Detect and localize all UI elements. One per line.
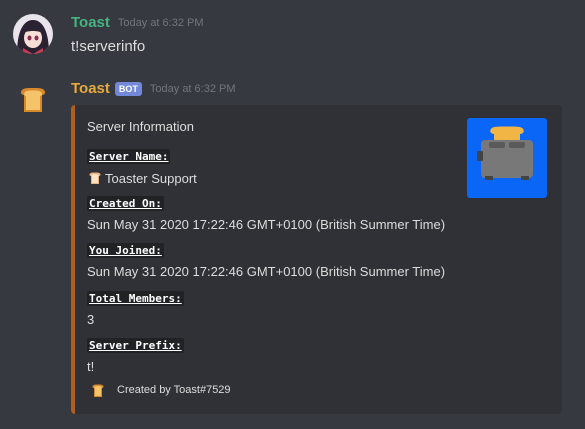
field-name: Server Prefix: — [87, 338, 184, 353]
field-value: t! — [87, 359, 95, 374]
embed-footer: Created by Toast#7529 — [89, 381, 231, 399]
field-value: Sun May 31 2020 17:22:46 GMT+0100 (Briti… — [87, 264, 446, 279]
field-name: Server Name: — [87, 149, 171, 164]
bot-avatar[interactable] — [13, 79, 53, 119]
bread-icon — [89, 172, 101, 184]
username[interactable]: Toast — [71, 14, 110, 31]
bot-tag: BOT — [114, 81, 142, 96]
embed: Server Information Server Name: Toaster … — [71, 105, 562, 414]
embed-title: Server Information — [87, 119, 194, 134]
message-header: Toast Today at 6:32 PM — [71, 14, 204, 31]
embed-field: Server Name: Toaster Support — [87, 147, 197, 186]
field-name: Created On: — [87, 196, 164, 211]
field-value: Sun May 31 2020 17:22:46 GMT+0100 (Briti… — [87, 217, 446, 232]
embed-field: Created On: Sun May 31 2020 17:22:46 GMT… — [87, 194, 445, 232]
timestamp: Today at 6:32 PM — [117, 16, 204, 29]
field-value: 3 — [87, 312, 95, 327]
field-value: Toaster Support — [87, 170, 197, 186]
footer-text: Created by Toast#7529 — [117, 384, 231, 396]
field-name: Total Members: — [87, 291, 184, 306]
toast-icon — [92, 384, 104, 397]
message-content: t!serverinfo — [71, 38, 146, 55]
message: Toast Today at 6:32 PM t!serverinfo — [0, 8, 585, 70]
toaster-icon — [477, 126, 533, 180]
chat-messages: Toast Today at 6:32 PM t!serverinfo Toas… — [0, 0, 585, 429]
server-name-value: Toaster Support — [105, 170, 197, 186]
field-name: You Joined: — [87, 243, 164, 258]
user-avatar[interactable] — [13, 14, 53, 54]
embed-field: You Joined: Sun May 31 2020 17:22:46 GMT… — [87, 241, 445, 279]
anime-avatar-icon — [13, 14, 53, 54]
toast-icon — [20, 88, 46, 112]
username[interactable]: Toast — [71, 80, 110, 97]
message: Toast BOT Today at 6:32 PM Server Inform… — [0, 76, 585, 429]
timestamp: Today at 6:32 PM — [149, 82, 236, 95]
embed-thumbnail[interactable] — [467, 118, 547, 198]
message-header: Toast BOT Today at 6:32 PM — [71, 80, 236, 97]
embed-field: Total Members: 3 — [87, 289, 184, 327]
embed-field: Server Prefix: t! — [87, 336, 184, 374]
